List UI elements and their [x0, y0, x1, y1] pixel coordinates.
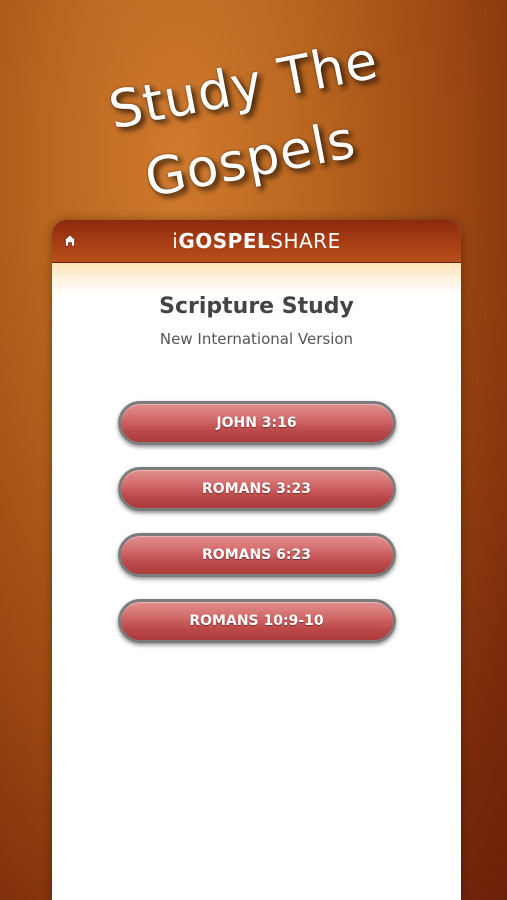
promo-title: Study The Gospels — [0, 0, 507, 220]
brand-bold: GOSPEL — [178, 229, 271, 253]
verse-list: JOHN 3:16 ROMANS 3:23 ROMANS 6:23 ROMANS… — [52, 401, 461, 643]
verse-button-romans-10-9-10[interactable]: ROMANS 10:9-10 — [117, 599, 396, 643]
page-subtitle: New International Version — [159, 330, 354, 348]
verse-button-romans-6-23[interactable]: ROMANS 6:23 — [117, 533, 396, 577]
brand-logo: iGOSPELSHARE — [52, 229, 461, 253]
brand-suffix: SHARE — [270, 229, 341, 253]
verse-button-romans-3-23[interactable]: ROMANS 3:23 — [117, 467, 396, 511]
app-screen: iGOSPELSHARE Scripture Study New Interna… — [52, 220, 461, 900]
app-header: iGOSPELSHARE — [52, 220, 461, 263]
verse-button-john-3-16[interactable]: JOHN 3:16 — [117, 401, 396, 445]
page-title: Scripture Study — [159, 294, 354, 319]
